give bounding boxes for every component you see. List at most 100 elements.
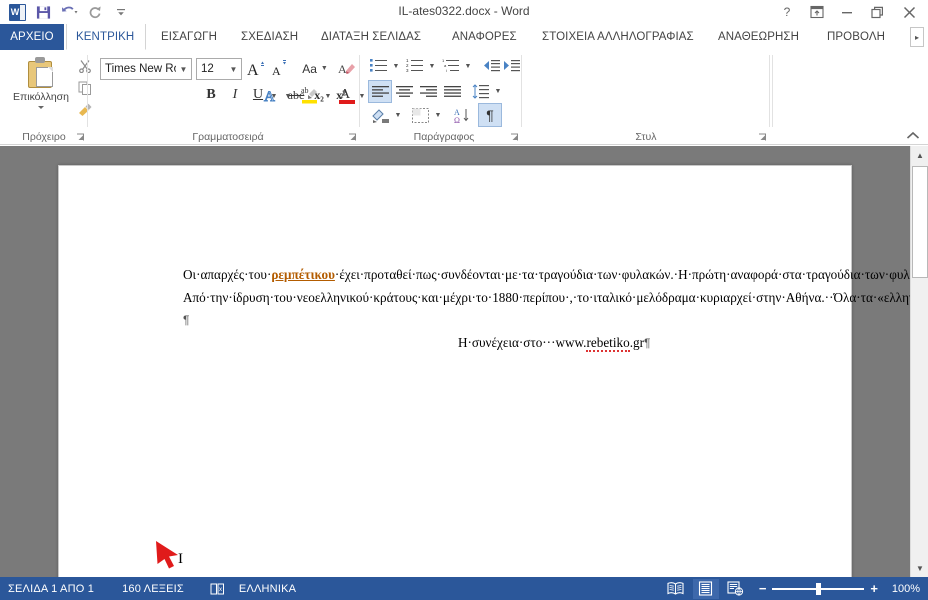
tab-page-layout[interactable]: ΔΙΑΤΑΞΗ ΣΕΛΙΔΑΣ [312,24,430,50]
para4-suffix: .gr [629,334,644,350]
italic-button[interactable]: I [224,84,246,106]
line-spacing-button[interactable] [470,80,492,103]
bold-button[interactable]: B [200,84,222,106]
tab-mailings[interactable]: ΣΤΟΙΧΕΙΑ ΑΛΛΗΛΟΓΡΑΦΙΑΣ [533,24,703,50]
tab-home[interactable]: ΚΕΝΤΡΙΚΗ [66,24,146,50]
shading-chevron-down-icon[interactable]: ▼ [392,109,404,121]
zoom-slider-track[interactable] [772,582,865,595]
align-right-button[interactable] [416,80,440,103]
scroll-up-icon[interactable]: ▲ [911,146,928,164]
scrollbar-thumb[interactable] [912,166,928,278]
tab-references[interactable]: ΑΝΑΦΟΡΕΣ [443,24,526,50]
font-name-chevron-down-icon[interactable]: ▼ [176,65,191,74]
tab-file[interactable]: ΑΡΧΕΙΟ [0,24,64,50]
zoom-slider[interactable]: − + [759,581,878,596]
clipboard-dialog-launcher-icon[interactable] [76,133,85,142]
para4-prefix: Η·συνέχεια·στο···www. [458,334,587,350]
document-text-body[interactable]: Οι·απαρχές·του·ρεμπέτικου·έχει·προταθεί·… [183,264,928,355]
para2-text: Από·την·ίδρυση·του·νεοελληνικού·κράτους·… [183,289,928,305]
view-print-layout-button[interactable] [692,578,719,599]
status-word-count[interactable]: 160 ΛΕΞΕΙΣ [104,583,194,595]
collapse-ribbon-icon[interactable] [906,131,920,141]
paragraph-dialog-launcher-icon[interactable] [510,133,519,142]
font-size-chevron-down-icon[interactable]: ▼ [226,65,241,74]
multilevel-chevron-down-icon[interactable]: ▼ [462,60,474,72]
zoom-out-button[interactable]: − [759,581,767,596]
tab-review[interactable]: ΑΝΑΘΕΩΡΗΣΗ [709,24,808,50]
numbering-button[interactable]: 1 2 3 [404,55,426,76]
proofing-errors-icon[interactable]: x [194,582,231,596]
multilevel-list-button[interactable]: 1 a i [440,55,462,76]
justify-button[interactable] [440,80,464,103]
styles-dialog-launcher-icon[interactable] [758,133,767,142]
line-spacing-chevron-down-icon[interactable]: ▼ [492,85,504,97]
copy-button[interactable] [74,77,96,98]
view-read-mode-button[interactable] [663,579,689,599]
document-canvas[interactable]: Οι·απαρχές·του·ρεμπέτικου·έχει·προταθεί·… [0,146,928,595]
font-name-combo[interactable]: Times New Ro ▼ [100,58,192,80]
tab-design[interactable]: ΣΧΕΔΙΑΣΗ [232,24,307,50]
text-effects-chevron-down-icon[interactable]: ▼ [282,90,294,102]
paragraph-1[interactable]: Οι·απαρχές·του·ρεμπέτικου·έχει·προταθεί·… [183,264,928,287]
format-painter-button[interactable] [74,99,96,120]
text-effects-button[interactable]: A [260,84,282,106]
zoom-level-label[interactable]: 100% [888,583,920,595]
view-web-layout-button[interactable] [723,579,749,599]
scissors-icon [79,59,91,73]
window-controls: ? [772,0,926,24]
align-center-button[interactable] [392,80,416,103]
borders-button[interactable] [408,104,432,126]
borders-chevron-down-icon[interactable]: ▼ [432,109,444,121]
text-highlight-button[interactable]: ab [298,83,322,107]
ribbon-display-options-icon[interactable] [802,0,832,24]
bullets-chevron-down-icon[interactable]: ▼ [390,60,402,72]
minimize-icon[interactable] [832,0,862,24]
align-left-button[interactable] [368,80,392,103]
sort-icon: A Ω [454,108,469,124]
align-center-icon [395,85,413,97]
decrease-indent-button[interactable] [482,55,502,76]
paste-chevron-down-icon[interactable] [38,106,44,109]
line-spacing-icon [472,84,489,99]
document-page[interactable]: Οι·απαρχές·του·ρεμπέτικου·έχει·προταθεί·… [58,165,928,595]
sort-button[interactable]: A Ω [450,104,474,126]
status-bar-right-cluster: − + 100% [663,578,920,599]
ribbon-tabs: ΑΡΧΕΙΟ ΚΕΝΤΡΙΚΗ ΕΙΣΑΓΩΓΗ ΣΧΕΔΙΑΣΗ ΔΙΑΤΑΞ… [0,24,928,50]
font-size-combo[interactable]: 12 ▼ [196,58,242,80]
tab-view[interactable]: ΠΡΟΒΟΛΗ [818,24,894,50]
font-color-icon: A [339,87,355,104]
status-page-indicator[interactable]: ΣΕΛΙΔΑ 1 ΑΠΟ 1 [0,583,104,595]
paragraph-4[interactable]: Η·συνέχεια·στο···www.rebetiko.gr¶ [183,332,749,355]
paragraph-2[interactable]: Από·την·ίδρυση·του·νεοελληνικού·κράτους·… [183,287,928,310]
paragraph-3-empty[interactable]: ¶ [183,309,749,332]
font-name-value: Times New Ro [105,63,176,75]
scroll-down-icon[interactable]: ▼ [911,559,928,577]
increase-indent-button[interactable] [502,55,522,76]
vertical-scrollbar[interactable]: ▲ ▼ [910,146,928,577]
tab-insert[interactable]: ΕΙΣΑΓΩΓΗ [152,24,226,50]
shading-button[interactable] [368,104,392,126]
tabs-overflow-icon[interactable]: ▸ [910,27,924,47]
svg-text:x: x [219,587,222,593]
font-color-button[interactable]: A [336,83,358,107]
para1-highlight-term[interactable]: ρεμπέτικου [271,267,335,282]
close-icon[interactable] [892,0,926,24]
zoom-slider-handle[interactable] [816,582,822,595]
highlight-chevron-down-icon[interactable]: ▼ [322,90,334,102]
copy-icon [78,81,91,95]
status-language[interactable]: ΕΛΛΗΝΙΚΑ [231,583,306,595]
svg-text:A: A [340,87,351,102]
mouse-pointer-annotation [154,537,190,573]
numbering-icon: 1 2 3 [406,58,423,73]
paste-button[interactable]: Επικόλληση [10,54,72,124]
decrease-indent-icon [484,59,500,71]
bullets-button[interactable] [368,55,390,76]
cut-button[interactable] [74,55,96,76]
help-icon[interactable]: ? [772,0,802,24]
highlight-icon: ab [301,86,317,104]
restore-icon[interactable] [862,0,892,24]
show-formatting-marks-button[interactable]: ¶ [478,103,502,127]
numbering-chevron-down-icon[interactable]: ▼ [426,60,438,72]
title-bar: W IL-ates0322.docx - Word ? [0,0,928,24]
zoom-in-button[interactable]: + [870,581,878,596]
